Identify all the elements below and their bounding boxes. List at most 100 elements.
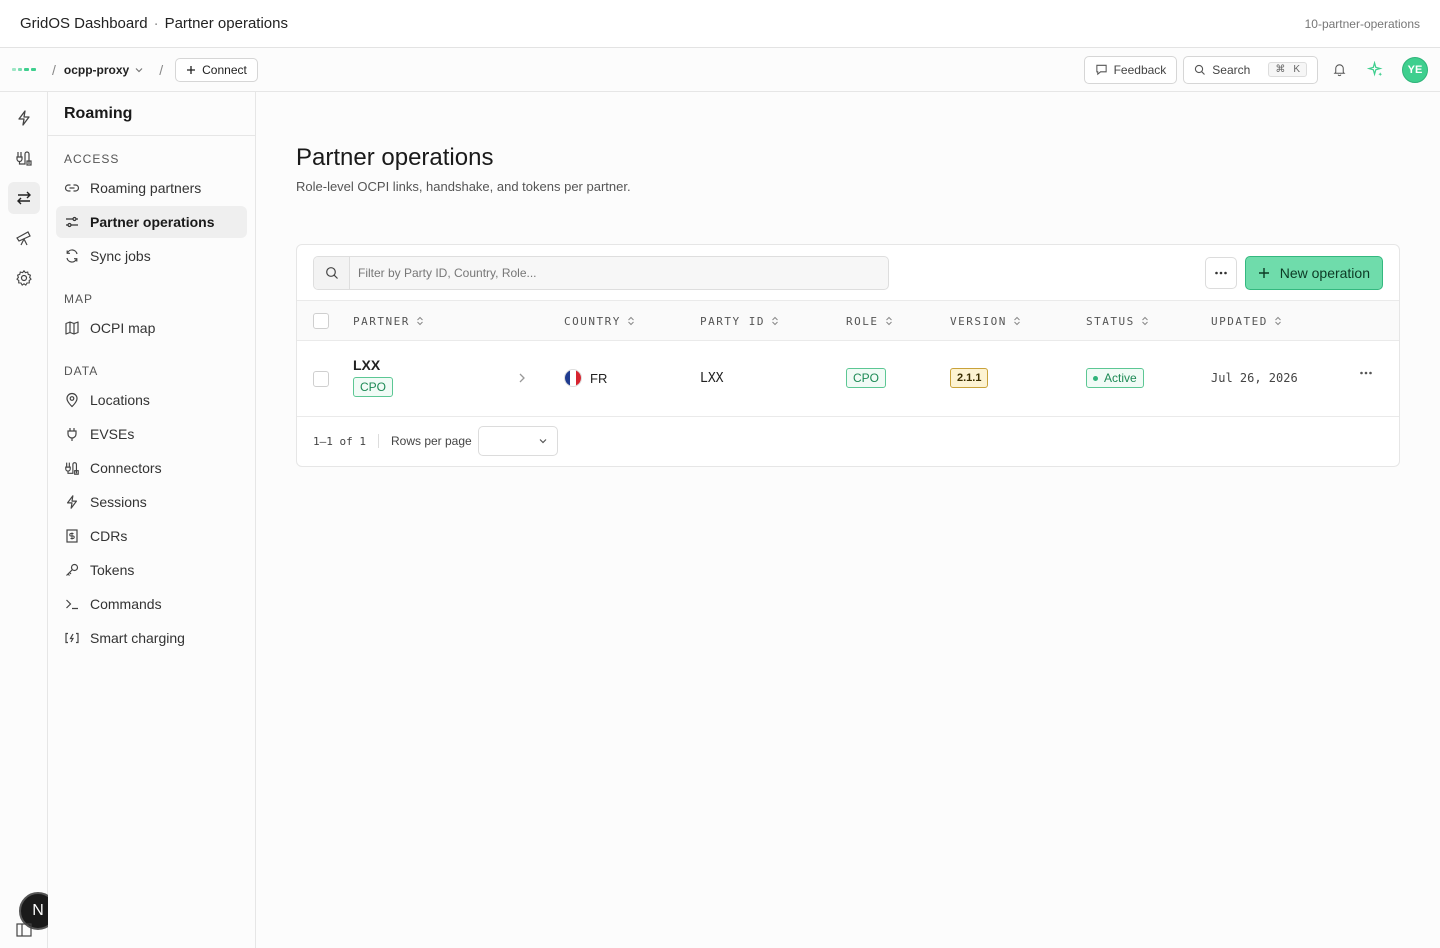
section-sidebar: Roaming ACCESS Roaming partners Partner … [48,92,256,948]
sidebar-item-roaming-partners[interactable]: Roaming partners [56,172,247,204]
bell-icon [1333,64,1345,77]
assistant-button[interactable] [1360,55,1390,85]
table-header: PARTNER COUNTRY PARTY ID ROLE VERSION ST… [297,301,1399,341]
sidebar-item-connectors[interactable]: Connectors [56,452,247,484]
sidebar-item-sessions[interactable]: Sessions [56,486,247,518]
role-tag: CPO [846,368,887,388]
brand-logo-icon[interactable] [12,68,36,71]
connect-label: Connect [202,62,247,77]
sidebar-item-label: Roaming partners [90,180,202,196]
notifications-button[interactable] [1324,55,1354,85]
updated-date: Jul 26, 2026 [1211,371,1298,385]
breadcrumb-slash: / [52,61,56,78]
terminal-icon [66,599,78,610]
flag-fr-icon [564,369,582,387]
sidebar-item-smart-charging[interactable]: Smart charging [56,622,247,654]
filter-input[interactable] [350,256,888,289]
user-avatar[interactable]: YE [1402,56,1428,83]
chevron-down-icon [135,67,143,72]
sort-icon [772,316,778,326]
column-header-party-id[interactable]: PARTY ID [700,301,779,341]
plus-icon [187,65,196,74]
row-checkbox[interactable] [313,371,329,387]
table-pagination: 1–1 of 1 Rows per page [297,417,1399,465]
sidebar-item-locations[interactable]: Locations [56,384,247,416]
rows-per-page-label: Rows per page [390,434,472,448]
sidebar-item-evses[interactable]: EVSEs [56,418,247,450]
receipt-icon [66,529,78,543]
sidebar-item-label: CDRs [90,528,128,544]
sidebar-item-ocpi-map[interactable]: OCPI map [56,312,247,344]
link-icon [64,184,80,192]
column-header-role[interactable]: ROLE [846,301,893,341]
page-title: Partner operations [296,144,494,171]
pagination-range: 1–1 of 1 [313,434,366,448]
icon-rail: N [0,92,57,948]
search-icon [1195,64,1206,75]
new-operation-button[interactable]: New operation [1244,255,1383,290]
country-code: FR [590,370,608,386]
column-header-country[interactable]: COUNTRY [564,301,635,341]
sidebar-item-label: Connectors [90,460,162,476]
window-page-title: Partner operations [164,15,288,32]
title-separator: · [153,15,159,32]
sidebar-item-label: Sessions [90,494,147,510]
search-shortcut: ⌘ K [1268,62,1307,77]
more-horizontal-icon [1360,371,1372,375]
partner-name[interactable]: LXX [353,357,380,373]
row-actions-button[interactable] [1359,371,1373,375]
sidebar-item-label: Tokens [90,562,135,578]
refresh-icon [66,249,78,263]
search-icon [314,256,350,289]
rail-settings[interactable] [8,262,40,294]
status-dot [1093,375,1098,381]
sidebar-item-partner-operations[interactable]: Partner operations [56,206,247,238]
window-slug: 10-partner-operations [1304,16,1420,31]
new-operation-label: New operation [1279,264,1370,281]
gear-icon [16,269,32,286]
sidebar-item-cdrs[interactable]: CDRs [56,520,247,552]
plus-icon [1258,267,1269,278]
zap-icon [18,110,30,126]
sidebar-item-sync-jobs[interactable]: Sync jobs [56,240,247,272]
party-id: LXX [700,371,724,386]
rail-chargers[interactable] [8,142,40,174]
connect-button[interactable]: Connect [175,57,258,82]
rail-energy[interactable] [8,102,40,134]
sidebar-item-label: Partner operations [90,214,215,230]
sidebar-item-tokens[interactable]: Tokens [56,554,247,586]
map-icon [65,321,79,335]
rail-telescope[interactable] [8,222,40,254]
sidebar-group-access: ACCESS [64,152,120,166]
expand-row-button[interactable] [517,371,527,385]
sparkles-icon [1366,61,1383,77]
feedback-button[interactable]: Feedback [1083,55,1178,84]
toggle-sidebar-button[interactable] [8,914,40,946]
sidebar-item-label: Commands [90,596,162,612]
map-pin-icon [66,392,78,408]
sliders-icon [66,216,78,228]
table-more-button[interactable] [1204,256,1237,289]
chevron-right-icon [519,373,525,383]
sidebar-item-label: Sync jobs [90,248,151,264]
column-header-partner[interactable]: PARTNER [353,301,424,341]
column-header-updated[interactable]: UPDATED [1211,301,1282,341]
column-header-status[interactable]: STATUS [1086,301,1149,341]
sort-icon [1141,316,1148,326]
rail-roaming[interactable] [8,182,40,214]
column-header-version[interactable]: VERSION [950,301,1021,341]
zap-icon [66,495,78,509]
command-search-button[interactable]: Search ⌘ K [1183,55,1318,84]
top-nav: / ocpp-proxy / Connect Feedback Search ⌘… [0,48,1440,92]
sort-icon [417,316,423,326]
sidebar-item-commands[interactable]: Commands [56,588,247,620]
project-switcher[interactable]: ocpp-proxy [64,63,145,77]
message-square-icon [1095,64,1107,76]
rows-per-page-select[interactable] [477,426,558,456]
table-row[interactable]: LXX CPO FR LXX CPO 2.1.1 Active Jul 26, … [297,341,1399,417]
main-content: Partner operations Role-level OCPI links… [256,92,1440,948]
app-title: GridOS Dashboard [20,15,148,32]
select-all-checkbox[interactable] [313,313,329,329]
more-horizontal-icon [1214,271,1227,274]
sort-icon [1275,316,1281,326]
